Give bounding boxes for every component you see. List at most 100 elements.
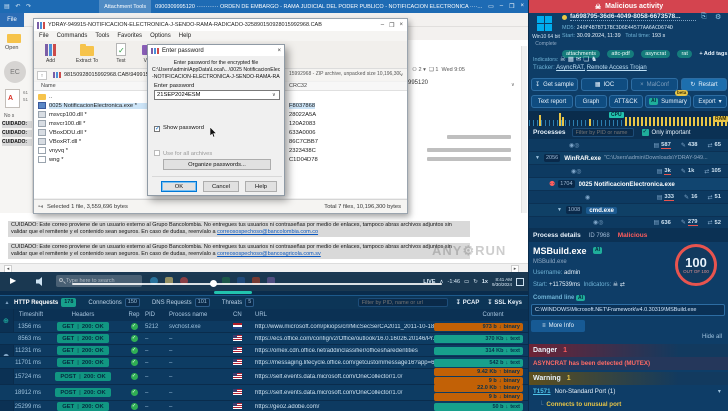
pdf-attachment-icon[interactable]: A bbox=[5, 89, 20, 108]
winrar-close-icon[interactable]: × bbox=[399, 22, 403, 29]
tag-rat[interactable]: rat bbox=[677, 50, 692, 58]
process-row-notificacion[interactable]: ⚉ 1704 0025 NotificacionElectronica.exe bbox=[529, 178, 728, 191]
menu-commands[interactable]: Commands bbox=[57, 33, 88, 39]
vm-hscrollbar-thumb[interactable] bbox=[214, 291, 252, 294]
minimize-icon[interactable]: – bbox=[500, 3, 503, 10]
report-email-link[interactable]: correosospechoso@bancoagricola.com.sv bbox=[217, 251, 321, 257]
content-badge[interactable]: 9 b ↓ binary bbox=[434, 393, 523, 401]
ai-chip[interactable]: AI bbox=[576, 295, 586, 301]
vm-screen[interactable]: ▤ ↶ ↷ Attachment Tools 0900309995120 ···… bbox=[0, 0, 528, 295]
ai-chip[interactable]: AI bbox=[593, 247, 602, 254]
menu-options[interactable]: Options bbox=[150, 33, 171, 39]
organize-passwords-button[interactable]: Organize passwords... bbox=[163, 159, 271, 170]
indicator-trojan-icon[interactable]: ♞ bbox=[591, 56, 599, 63]
dialog-titlebar[interactable]: Enter password × bbox=[148, 45, 284, 56]
col-headers[interactable]: Headers bbox=[43, 312, 123, 318]
ribbon-options-icon[interactable]: ▭ bbox=[488, 3, 494, 10]
maximize-icon[interactable]: ❐ bbox=[509, 3, 514, 10]
share-icon[interactable]: ⎘ bbox=[701, 13, 707, 21]
ok-button[interactable]: OK bbox=[161, 181, 197, 192]
open-folder-icon[interactable] bbox=[7, 34, 21, 43]
tag-asyncrat[interactable]: asyncrat bbox=[641, 50, 671, 58]
crc32-column-header[interactable]: CRC32 bbox=[289, 83, 307, 89]
up-directory-icon[interactable]: ↑ bbox=[37, 70, 47, 80]
play-icon[interactable]: ▶ bbox=[10, 276, 16, 285]
network-filter-input[interactable] bbox=[357, 298, 448, 307]
collapse-caret-icon[interactable]: ▼ bbox=[535, 155, 540, 161]
speed-icon[interactable]: ↻ bbox=[473, 279, 478, 285]
col-url[interactable]: URL bbox=[255, 312, 458, 318]
task-uuid[interactable]: fa698795-36d6-4049-8058-6673578... bbox=[570, 13, 696, 21]
password-dropdown-icon[interactable]: ∨ bbox=[272, 92, 276, 98]
taskbar-search[interactable]: Type here to search bbox=[56, 275, 142, 287]
more-info-button[interactable]: ≡ More Info bbox=[531, 320, 585, 332]
process-stats-row[interactable]: ◉ ▤ 333 ✎ 16 ⇄ 51 bbox=[529, 191, 728, 204]
file-tab[interactable]: File bbox=[0, 13, 24, 27]
chevron-down-icon[interactable]: ▾ bbox=[423, 67, 426, 73]
close-icon[interactable]: × bbox=[520, 3, 524, 10]
command-line-value[interactable]: C:\WINDOWS\Microsoft.NET\Framework\v4.0.… bbox=[531, 304, 725, 316]
cancel-button[interactable]: Cancel bbox=[203, 181, 239, 192]
col-content[interactable]: Content bbox=[458, 312, 528, 318]
menu-tools[interactable]: Tools bbox=[95, 33, 109, 39]
extract-to-button[interactable]: Extract To bbox=[67, 43, 107, 64]
winrar-titlebar[interactable]: YDRAY-949915-NOTIFICACION-ELECTRONICA-J-… bbox=[34, 19, 407, 31]
http-request-row[interactable]: 15724 ms POST | 200: OK ✓ – – https://self… bbox=[0, 368, 528, 385]
test-button[interactable]: ✓ Test bbox=[107, 43, 135, 64]
menu-file[interactable]: File bbox=[39, 33, 49, 39]
ai-summary-button[interactable]: AI Summary bbox=[645, 95, 691, 108]
process-stats-row[interactable]: ◉ ◎ ▤ 587 ✎ 438 ⇄ 65 bbox=[529, 139, 728, 152]
warning-item[interactable]: T1571 Non-Standard Port (1) ▾ bbox=[529, 385, 728, 398]
dialog-close-icon[interactable]: × bbox=[277, 48, 281, 54]
indicator-copy-icon[interactable]: ❏ bbox=[583, 56, 591, 63]
avatar[interactable]: EC bbox=[4, 61, 26, 83]
password-input[interactable] bbox=[154, 90, 280, 100]
volume-icon[interactable] bbox=[36, 277, 45, 286]
open-button[interactable]: Open bbox=[5, 45, 18, 51]
warning-section-header[interactable]: Warning 1 bbox=[529, 372, 728, 385]
tag-attc-pdf[interactable]: attc-pdf bbox=[607, 50, 634, 58]
col-process-name[interactable]: Process name bbox=[169, 312, 233, 318]
playback-speed[interactable]: 1x bbox=[482, 279, 488, 285]
attachment-tools-tab[interactable]: Attachment Tools bbox=[99, 0, 152, 13]
content-badge[interactable]: 50 b ↓ text bbox=[434, 402, 523, 411]
process-stats-row[interactable]: ◉ ◎ ▤ 636 ✎ 279 ⇄ 52 bbox=[529, 217, 728, 229]
pcap-download-button[interactable]: ↧ PCAP bbox=[456, 299, 480, 307]
col-pid[interactable]: PID bbox=[145, 312, 169, 318]
enter-password-dialog[interactable]: Enter password × Enter password for the … bbox=[147, 44, 285, 196]
restart-button[interactable]: ↻ Restart bbox=[681, 78, 727, 91]
live-caret-icon[interactable]: ∧ bbox=[439, 279, 443, 285]
content-badge[interactable]: 9.42 Kb ↑ binary bbox=[434, 368, 523, 376]
danger-item[interactable]: ASYNCRAT has been detected (MUTEX) bbox=[529, 357, 728, 370]
http-request-row[interactable]: 25299 ms GET | 200: OK ✓ – – https://geo2.… bbox=[0, 401, 528, 411]
process-filter-input[interactable] bbox=[571, 128, 634, 137]
ssl-keys-download-button[interactable]: ↧ SSL Keys bbox=[487, 299, 522, 307]
text-report-button[interactable]: Text report bbox=[531, 95, 573, 108]
collapse-panel-icon[interactable]: ▲ bbox=[0, 300, 14, 306]
col-cn[interactable]: CN bbox=[233, 312, 255, 318]
content-badge[interactable]: 22.0 Kb ↑ binary bbox=[434, 384, 523, 392]
warning-subitem[interactable]: └ Connects to unusual port bbox=[529, 398, 728, 411]
expand-chevron-icon[interactable]: ∨ bbox=[511, 82, 515, 88]
winrar-minimize-icon[interactable]: – bbox=[381, 22, 384, 29]
process-row-winrar[interactable]: ▼ 2056 WinRAR.exe "C:\Users\admin\Downlo… bbox=[529, 152, 728, 165]
report-email-link[interactable]: correosospechoso@bancolombia.com.co bbox=[217, 229, 318, 235]
content-badge[interactable]: 542 b ↓ text bbox=[434, 358, 523, 367]
player-progress-handle[interactable] bbox=[210, 280, 217, 287]
http-request-row[interactable]: 18912 ms POST | 200: OK ✓ – – https://self… bbox=[0, 384, 528, 401]
tab-connections[interactable]: Connections 150 bbox=[88, 298, 140, 307]
fullscreen-icon[interactable] bbox=[516, 277, 524, 286]
process-stats-row[interactable]: ◉ ◎ ▤ 3k ✎ 1k ⇄ 105 bbox=[529, 165, 728, 178]
collapse-caret-icon[interactable]: ▼ bbox=[557, 207, 562, 213]
tracker-link-asyncrat[interactable]: AsyncRAT, bbox=[556, 65, 585, 71]
col-rep[interactable]: Rep bbox=[123, 312, 145, 318]
ioc-button[interactable]: ▦ IOC bbox=[581, 78, 628, 91]
http-request-row[interactable]: 1356 ms GET | 200: OK ✓ 5212 svchost.exe h… bbox=[0, 321, 528, 333]
export-button[interactable]: Export ▾ bbox=[693, 95, 727, 108]
show-password-checkbox[interactable]: ✓ Show password bbox=[154, 125, 204, 132]
content-badge[interactable]: 370 Kb ↓ text bbox=[434, 334, 523, 343]
gear-icon[interactable]: ⚙ bbox=[715, 13, 721, 21]
http-request-row[interactable]: 8563 ms GET | 200: OK ✓ – – https://ecs.of… bbox=[0, 333, 528, 345]
quick-access-icons[interactable]: ▤ ↶ ↷ bbox=[4, 3, 33, 10]
info-chevron-icon[interactable]: ∨ bbox=[400, 72, 403, 78]
